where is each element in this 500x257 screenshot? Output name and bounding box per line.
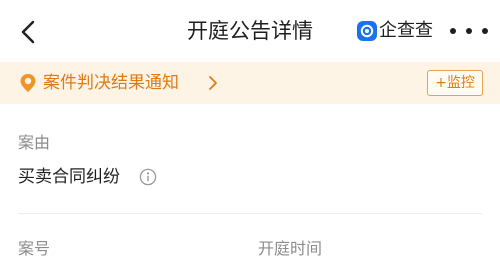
info-circle-icon[interactable] [139,168,157,186]
top-nav-bar: 开庭公告详情 企查查 [0,0,500,62]
hearing-time-label: 开庭时间 [258,239,323,257]
section-divider [18,213,482,214]
more-options-button[interactable] [450,22,488,40]
court-notice-detail-screen: 开庭公告详情 企查查 案件判决结果通知 +监控 案由 买卖合同纠纷 案号 开庭时… [0,0,500,257]
location-pin-icon [20,74,36,92]
case-number-label: 案号 [18,239,51,257]
notice-text: 案件判决结果通知 [43,73,179,93]
add-monitor-button[interactable]: +监控 [427,70,483,96]
chevron-left-icon [21,20,35,44]
brand-name: 企查查 [379,20,433,41]
more-dots-icon [450,28,456,34]
judgment-notice-banner[interactable]: 案件判决结果通知 +监控 [0,62,500,104]
back-button[interactable] [8,12,48,52]
qcc-logo-icon [357,21,377,41]
more-dots-icon [482,28,488,34]
case-cause-value: 买卖合同纠纷 [18,167,120,187]
chevron-right-icon [209,76,217,90]
brand-link[interactable]: 企查查 [357,18,433,44]
case-cause-label: 案由 [18,133,51,152]
more-dots-icon [466,28,472,34]
page-title: 开庭公告详情 [187,19,313,43]
